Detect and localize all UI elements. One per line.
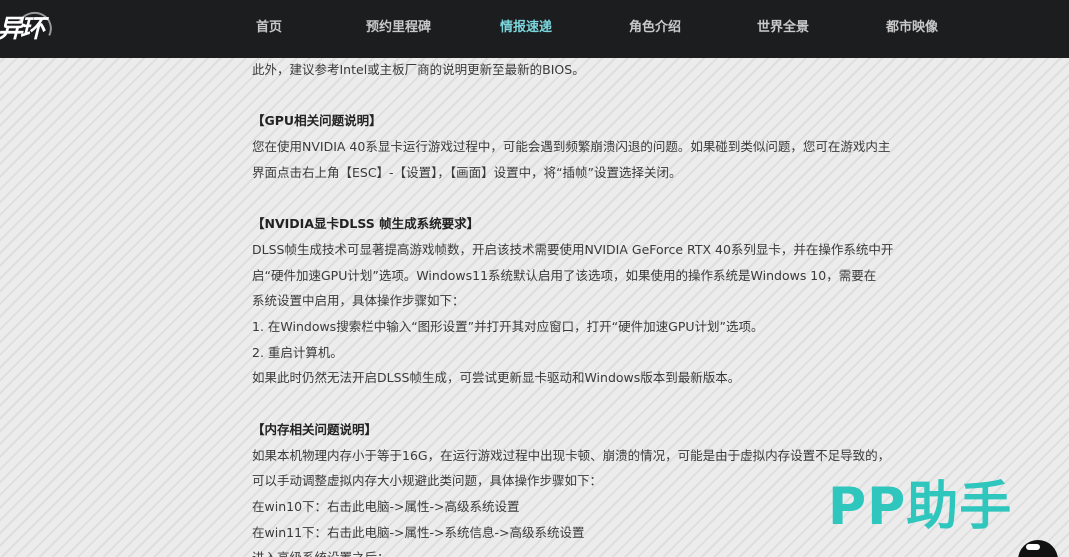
memory-line: 在win10下：右击此电脑->属性->高级系统设置 <box>252 498 520 514</box>
floating-helper-icon[interactable] <box>1018 540 1058 557</box>
nav-item-news[interactable]: 情报速递 <box>500 17 552 39</box>
nav-item-home[interactable]: 首页 <box>256 17 282 39</box>
memory-line: 如果本机物理内存小于等于16G，在运行游戏过程中出现卡顿、崩溃的情况，可能是由于… <box>252 447 891 463</box>
dlss-line: 如果此时仍然无法开启DLSS帧生成，可尝试更新显卡驱动和Windows版本到最新… <box>252 370 741 386</box>
gpu-section-title: 【GPU相关问题说明】 <box>252 113 382 129</box>
dlss-line: 系统设置中启用，具体操作步骤如下： <box>252 293 465 309</box>
intro-paragraph: 此外，建议参考Intel或主板厂商的说明更新至最新的BIOS。 <box>252 62 585 77</box>
memory-line: 在win11下：右击此电脑->属性->系统信息->高级系统设置 <box>252 524 585 540</box>
dlss-step: 2. 重启计算机。 <box>252 344 343 360</box>
nav-item-milestones[interactable]: 预约里程碑 <box>366 17 431 39</box>
dlss-step: 1. 在Windows搜索栏中输入“图形设置”并打开其对应窗口，打开“硬件加速G… <box>252 319 764 334</box>
nav-item-characters[interactable]: 角色介绍 <box>629 17 681 39</box>
dlss-line: DLSS帧生成技术可显著提高游戏帧数，开启该技术需要使用NVIDIA GeFor… <box>252 241 894 257</box>
main-nav: 首页 预约里程碑 情报速递 角色介绍 世界全景 都市映像 <box>0 0 1069 58</box>
gpu-line: 您在使用NVIDIA 40系显卡运行游戏过程中，可能会遇到频繁崩溃闪退的问题。如… <box>252 139 891 155</box>
memory-line: 进入高级系统设置之后： <box>252 545 912 557</box>
nav-item-world[interactable]: 世界全景 <box>757 17 809 39</box>
dlss-line: 启“硬件加速GPU计划”选项。Windows11系统默认启用了该选项，如果使用的… <box>252 267 877 283</box>
memory-line: 可以手动调整虚拟内存大小规避此类问题，具体操作步骤如下： <box>252 473 603 489</box>
gpu-line: 界面点击右上角【ESC】-【设置】，【画面】设置中，将“插帧”设置选择关闭。 <box>252 164 682 180</box>
memory-section-title: 【内存相关问题说明】 <box>252 421 378 437</box>
top-navigation-bar: 异环 首页 预约里程碑 情报速递 角色介绍 世界全景 都市映像 <box>0 0 1069 58</box>
pp-assistant-watermark: PP助手 <box>828 477 1013 537</box>
dlss-section-title: 【NVIDIA显卡DLSS 帧生成系统要求】 <box>252 216 480 232</box>
nav-item-city[interactable]: 都市映像 <box>886 17 938 39</box>
article-body: 此外，建议参考Intel或主板厂商的说明更新至最新的BIOS。 【GPU相关问题… <box>252 57 912 557</box>
